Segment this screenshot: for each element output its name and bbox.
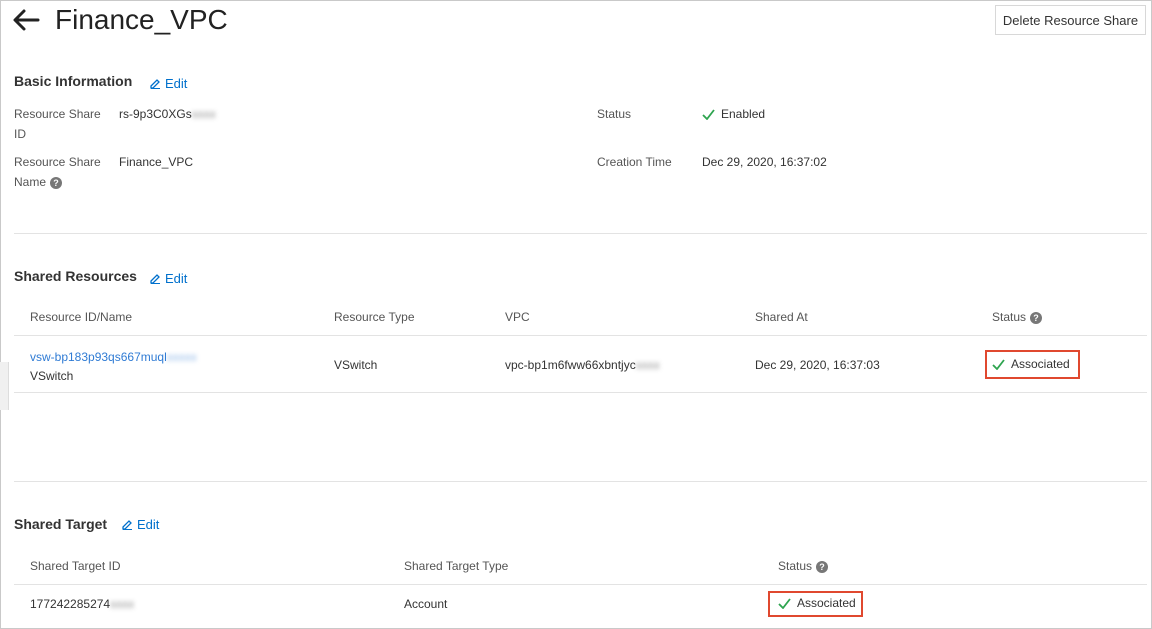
shared-target-edit-link[interactable]: Edit [122,517,159,532]
divider [14,392,1147,393]
masked-text: xxxx [110,597,135,611]
masked-text: xxxx [635,358,660,372]
resource-id-link[interactable]: vsw-bp183p93qs667muqlxxxxx [30,348,197,367]
divider [14,481,1147,482]
shared-target-heading: Shared Target [14,516,108,532]
status-value: Enabled [702,107,765,121]
creation-time-label: Creation Time [597,155,672,169]
resource-share-name-value: Finance_VPC [119,155,194,169]
resource-vpc: vpc-bp1m6fww66xbntjycxxxx [505,358,660,372]
resource-name: VSwitch [30,369,74,383]
column-header: Shared Target ID [30,559,121,573]
question-circle-icon[interactable]: ? [816,560,829,573]
column-header: Shared At [755,310,808,324]
sidebar-collapse-handle[interactable] [0,362,9,410]
check-icon [702,108,715,120]
divider [14,584,1147,585]
shared-resources-edit-link[interactable]: Edit [150,271,187,286]
edit-label: Edit [165,76,188,91]
check-icon [992,358,1005,370]
column-header: Resource ID/Name [30,310,133,324]
column-header-status: Status? [992,310,1043,324]
arrow-left-icon[interactable] [12,8,40,32]
creation-time-value: Dec 29, 2020, 16:37:02 [702,155,827,169]
divider [14,335,1147,336]
resource-share-id-value: rs-9p3C0XGsxxxx [119,104,216,124]
resource-type: VSwitch [334,358,378,372]
delete-resource-share-button[interactable]: Delete Resource Share [995,5,1146,35]
resource-share-id-label: Resource Share ID [14,107,101,141]
masked-text: xxxxx [166,350,197,364]
target-type: Account [404,597,448,611]
edit-label: Edit [137,517,160,532]
basic-info-heading: Basic Information [14,73,133,89]
basic-info-edit-link[interactable]: Edit [150,76,187,91]
question-circle-icon[interactable]: ? [1030,311,1043,324]
page-title: Finance_VPC [55,4,228,35]
pencil-icon [150,274,160,284]
masked-text: xxxx [191,107,216,121]
resource-shared-at: Dec 29, 2020, 16:37:03 [755,358,880,372]
check-icon [778,597,791,609]
divider [14,233,1147,234]
resource-share-name-label: Resource Share Name? [14,155,101,189]
column-header: VPC [505,310,530,324]
edit-label: Edit [165,271,188,286]
table-row-resource-id: vsw-bp183p93qs667muqlxxxxx VSwitch [30,348,197,386]
pencil-icon [122,520,132,530]
pencil-icon [150,79,160,89]
status-label: Status [597,107,632,121]
target-status: Associated [778,596,856,610]
resource-status: Associated [992,357,1070,371]
page-frame [0,0,1152,629]
column-header-status: Status? [778,559,829,573]
column-header: Shared Target Type [404,559,509,573]
question-circle-icon[interactable]: ? [50,176,63,189]
shared-resources-heading: Shared Resources [14,268,137,284]
target-id: 177242285274xxxx [30,597,135,611]
column-header: Resource Type [334,310,415,324]
